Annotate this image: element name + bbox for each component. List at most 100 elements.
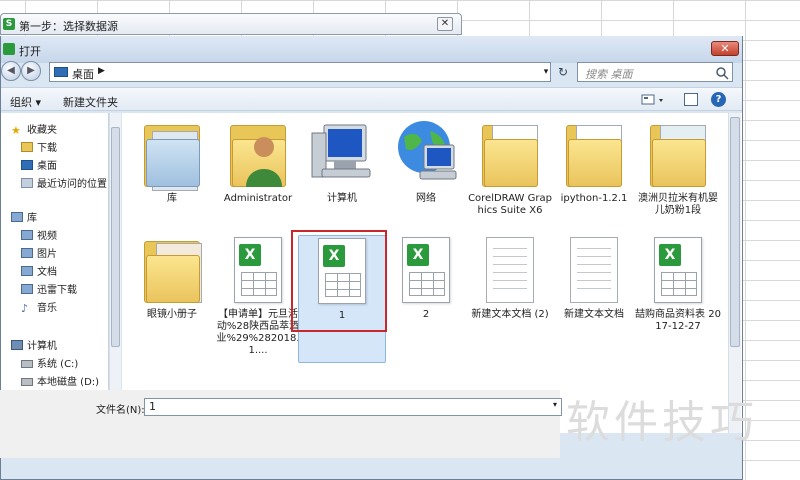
nav-item-pictures[interactable]: 图片: [21, 245, 57, 260]
folder-icon: [478, 119, 542, 189]
text-file-icon: [478, 235, 542, 305]
nav-item-documents[interactable]: 文档: [21, 263, 57, 278]
document-library-icon: [21, 266, 33, 276]
star-icon: ★: [11, 124, 21, 137]
picture-library-icon: [21, 248, 33, 258]
file-label: 澳洲贝拉米有机婴儿奶粉1段: [638, 193, 718, 216]
wizard-app-icon: S: [3, 18, 15, 30]
nav-item-music[interactable]: ♪ 音乐: [21, 299, 57, 315]
navigation-buttons: ◀ ▶: [1, 61, 45, 81]
folder-icon: [140, 235, 204, 305]
help-icon[interactable]: ?: [711, 92, 726, 107]
chevron-down-icon[interactable]: ▾: [539, 62, 553, 82]
file-label: 新建文本文档: [564, 309, 624, 320]
navigation-pane: ★ 收藏夹 下载 桌面 最近访问的位置 库 视频 图片 文档 迅雷下载 ♪ 音乐 计…: [1, 113, 109, 433]
computer-icon: [310, 119, 374, 189]
drive-icon: [21, 378, 33, 386]
nav-item-libraries[interactable]: 库: [11, 209, 37, 224]
organize-button[interactable]: 组织 ▾: [10, 94, 41, 110]
back-arrow-icon[interactable]: ◀: [1, 61, 21, 81]
nav-item-drive-d[interactable]: 本地磁盘 (D:): [21, 373, 99, 388]
new-folder-button[interactable]: 新建文件夹: [63, 94, 118, 110]
preview-pane-icon[interactable]: [684, 93, 698, 106]
recent-places-icon: [21, 178, 33, 188]
download-folder-icon: [21, 142, 33, 152]
nav-item-thunder-downloads[interactable]: 迅雷下载: [21, 281, 77, 296]
wizard-title: 第一步：选择数据源: [19, 20, 118, 33]
nav-item-computer[interactable]: 计算机: [11, 337, 57, 352]
nav-item-drive-c[interactable]: 系统 (C:): [21, 355, 78, 370]
file-label: ipython-1.2.1: [560, 193, 628, 204]
search-placeholder: 搜索 桌面: [585, 68, 633, 81]
file-item-new-text[interactable]: 新建文本文档: [550, 235, 638, 321]
excel-file-icon: X: [226, 235, 290, 305]
nav-pane-scrollbar[interactable]: [109, 113, 121, 433]
nav-item-recent-places[interactable]: 最近访问的位置: [21, 175, 107, 190]
file-item-new-text-2[interactable]: 新建文本文档 (2): [466, 235, 554, 321]
computer-icon: [11, 340, 23, 350]
file-label: 喆购商品资料表 2017-12-27: [635, 309, 721, 332]
file-label: 网络: [416, 193, 436, 204]
file-item-computer[interactable]: 计算机: [298, 119, 386, 205]
file-item-application-form[interactable]: X 【申请单】元旦活动%28陕西品萃酒业%29%282018.1....: [214, 235, 302, 357]
address-location[interactable]: 桌面: [72, 66, 94, 82]
video-library-icon: [21, 230, 33, 240]
toolbar: 组织 ▾ 新建文件夹 ?: [1, 87, 742, 111]
file-list-scroll-thumb[interactable]: [730, 117, 740, 347]
user-folder-icon: [226, 119, 290, 189]
folder-icon: [562, 119, 626, 189]
dialog-title: 打开: [19, 45, 41, 58]
nav-item-favorites[interactable]: ★ 收藏夹: [11, 121, 57, 137]
nav-item-videos[interactable]: 视频: [21, 227, 57, 242]
excel-file-icon: X: [646, 235, 710, 305]
address-bar[interactable]: 桌面 ▶: [49, 62, 551, 82]
file-item-product-sheet[interactable]: X 喆购商品资料表 2017-12-27: [634, 235, 722, 333]
selection-highlight-box: [291, 230, 387, 332]
file-label: 2: [422, 309, 430, 320]
watermark-text: 软件技巧: [566, 397, 758, 448]
file-label: 库: [167, 193, 177, 204]
file-list: 库 Administrator 计算机 网络 CorelDRAW Graphic…: [122, 113, 742, 433]
view-options-icon[interactable]: [641, 93, 667, 107]
filename-input[interactable]: 1: [144, 398, 562, 416]
dialog-close-button[interactable]: ✕: [711, 41, 739, 56]
folder-icon: [646, 119, 710, 189]
nav-pane-scroll-thumb[interactable]: [111, 127, 120, 347]
file-label: 【申请单】元旦活动%28陕西品萃酒业%29%282018.1....: [216, 309, 300, 356]
music-library-icon: ♪: [21, 302, 29, 315]
library-icon: [11, 212, 23, 222]
file-label: Administrator: [223, 193, 293, 204]
file-item-milk-powder-folder[interactable]: 澳洲贝拉米有机婴儿奶粉1段: [634, 119, 722, 217]
file-item-coreldraw[interactable]: CorelDRAW Graphics Suite X6: [466, 119, 554, 217]
network-globe-icon: [394, 119, 458, 189]
file-list-scrollbar[interactable]: [728, 113, 741, 433]
wizard-close-button[interactable]: ✕: [437, 17, 453, 31]
file-item-library[interactable]: 库: [128, 119, 216, 205]
file-item-2[interactable]: X 2: [382, 235, 470, 321]
desktop-icon: [54, 67, 68, 77]
search-input[interactable]: 搜索 桌面: [577, 62, 733, 82]
refresh-icon[interactable]: ↻: [554, 62, 572, 82]
text-file-icon: [562, 235, 626, 305]
forward-arrow-icon[interactable]: ▶: [21, 61, 41, 81]
file-item-glasses-booklet[interactable]: 眼镜小册子: [128, 235, 216, 321]
wizard-titlebar: S 第一步：选择数据源 ✕: [0, 13, 462, 35]
chevron-right-icon[interactable]: ▶: [98, 66, 105, 76]
file-item-network[interactable]: 网络: [382, 119, 470, 205]
file-item-administrator[interactable]: Administrator: [214, 119, 302, 205]
dialog-app-icon: [3, 43, 15, 55]
file-item-ipython[interactable]: ipython-1.2.1: [550, 119, 638, 205]
file-label: 新建文本文档 (2): [471, 309, 549, 320]
nav-item-desktop[interactable]: 桌面: [21, 157, 57, 172]
file-label: 计算机: [327, 193, 357, 204]
search-icon[interactable]: [715, 66, 729, 80]
chevron-down-icon[interactable]: ▾: [553, 400, 557, 409]
file-label: CorelDRAW Graphics Suite X6: [468, 193, 552, 216]
thunder-download-icon: [21, 284, 33, 294]
dialog-titlebar: 打开 ✕: [1, 36, 742, 63]
drive-icon: [21, 360, 33, 368]
desktop-icon: [21, 160, 33, 170]
nav-item-downloads[interactable]: 下载: [21, 139, 57, 154]
filename-label: 文件名(N):: [96, 405, 145, 416]
file-label: 眼镜小册子: [147, 309, 197, 320]
